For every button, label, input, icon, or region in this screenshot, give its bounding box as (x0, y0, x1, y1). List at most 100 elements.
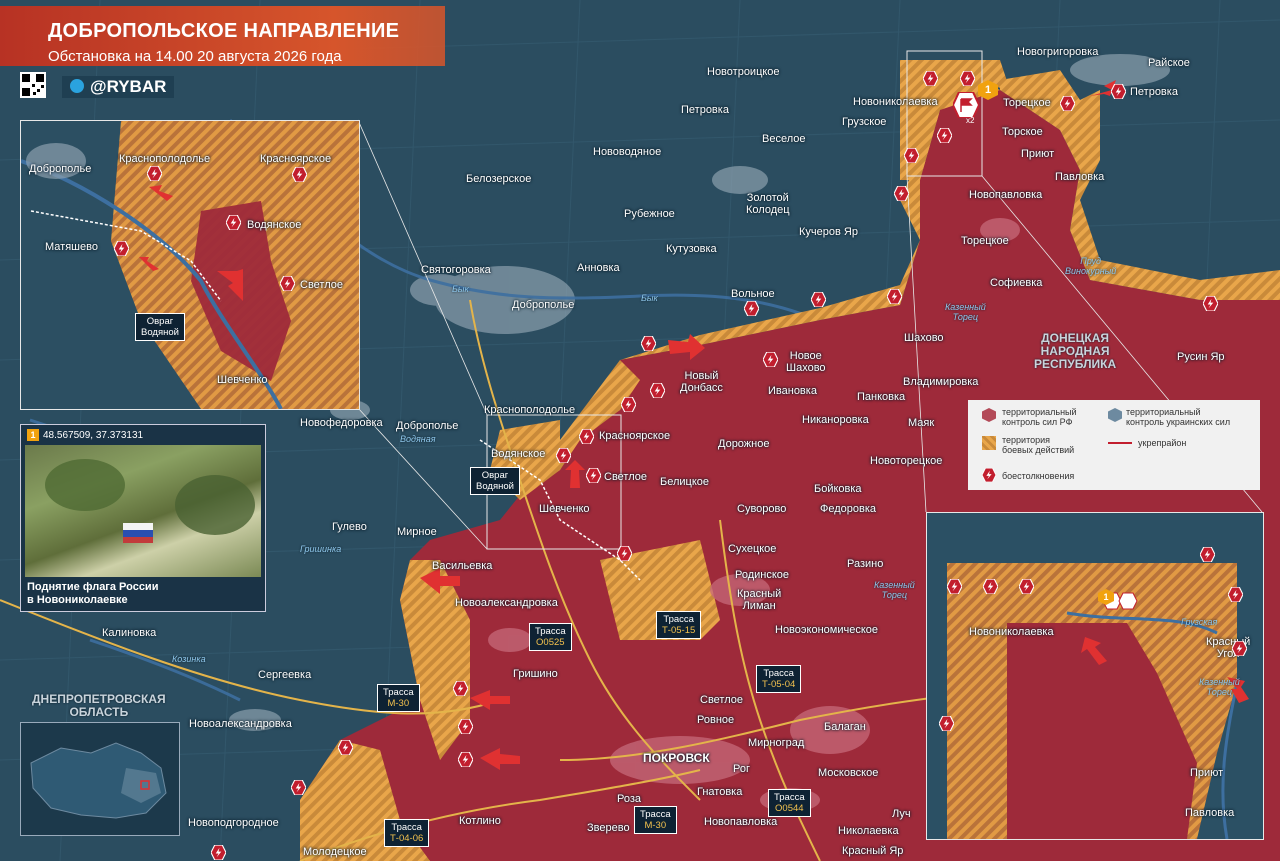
clash-icon (226, 215, 241, 230)
legend-combat-label: территория боевых действий (1002, 435, 1075, 455)
header-banner: ДОБРОПОЛЬСКОЕ НАПРАВЛЕНИЕ Обстановка на … (0, 6, 445, 66)
clash-icon (1203, 296, 1218, 311)
road-o0544: Трасса О0544 (768, 789, 811, 817)
settlement-mirnoe: Мирное (397, 526, 437, 538)
clash-icon (114, 241, 129, 256)
road-t-04-06: Трасса Т-04-06 (384, 819, 430, 847)
settlement-petrovka-ne: Петровка (1130, 86, 1178, 98)
river-kazenny-torets-1: Казенный Торец (945, 302, 986, 322)
settlement-suvorovo: Суворово (737, 503, 787, 515)
settlement-volnoe: Вольное (731, 288, 775, 300)
inset-right-river-gruzskaya: Грузская (1181, 617, 1218, 627)
road-t-05-04: Трасса Т-05-04 (756, 665, 802, 693)
settlement-molodetskoe: Молодецкое (303, 846, 367, 858)
clash-icon (1200, 547, 1215, 562)
settlement-kutuzovka: Кутузовка (666, 243, 717, 255)
clash-icon (338, 740, 353, 755)
clash-icon (617, 546, 632, 561)
overview-map (20, 722, 180, 836)
settlement-novopodgorodnoe: Новоподгородное (188, 817, 279, 829)
clash-icon (579, 429, 594, 444)
telegram-icon (70, 78, 84, 93)
inset-left-shevchenko: Шевченко (217, 374, 268, 386)
clash-icon (744, 301, 759, 316)
settlement-fedorovka: Федоровка (820, 503, 877, 515)
settlement-kalinovka: Калиновка (102, 627, 157, 639)
clash-icon (211, 845, 226, 860)
settlement-zolotoy-kolodets: Золотой Колодец (746, 192, 790, 216)
legend-ru-label: территориальный контроль сил РФ (1002, 407, 1077, 427)
settlement-sergeevka: Сергеевка (258, 669, 312, 681)
settlement-gnatovka: Гнатовка (697, 786, 743, 798)
clash-icon (291, 780, 306, 795)
settlement-novovodyanoe: Нововодяное (593, 146, 662, 158)
settlement-kucherov-yar: Кучеров Яр (799, 226, 858, 238)
settlement-pokrovsk: ПОКРОВСК (643, 751, 710, 765)
clash-icon (453, 681, 468, 696)
marker-x2: x2 (966, 116, 975, 125)
region-dnr: ДОНЕЦКАЯ НАРОДНАЯ РЕСПУБЛИКА (1034, 331, 1117, 371)
road-m-30-b: Трасса М-30 (634, 806, 677, 834)
settlement-nikolaevka: Николаевка (838, 825, 899, 837)
settlement-rayskoe: Райское (1148, 57, 1190, 69)
settlement-novoe-shakhovo: Новое Шахово (786, 350, 826, 374)
river-vodyanaya: Водяная (400, 434, 436, 444)
clash-icon (960, 71, 975, 86)
inset-novonikolaevka: 1 Новониколаевка Красный Угол Приют Павл… (926, 512, 1264, 840)
settlement-gulevo: Гулево (332, 521, 367, 533)
clash-icon (650, 383, 665, 398)
photo-card[interactable]: 1 48.567509, 37.373131 Поднятие флага Рос… (20, 424, 266, 612)
settlement-krasny-liman: Красный Лиман (737, 588, 782, 612)
channel-link[interactable]: @RYBAR (62, 76, 175, 98)
clash-icon (458, 719, 473, 734)
road-t-05-15: Трасса Т-05-15 (656, 611, 702, 639)
clash-icon (1232, 641, 1247, 656)
settlement-rovnoe: Ровное (697, 714, 735, 726)
inset-left-matyashevo: Матяшево (45, 241, 98, 253)
settlement-dobropolye2: Доброполье (396, 420, 459, 432)
qr-code-icon[interactable] (20, 72, 46, 98)
settlement-ivanovka: Ивановка (768, 385, 817, 397)
clash-icon (887, 289, 902, 304)
settlement-gruzskoe: Грузское (842, 116, 887, 128)
settlement-belozerskoe: Белозерское (466, 173, 532, 185)
settlement-novotroitskoe: Новотроицкое (707, 66, 780, 78)
clash-icon (556, 448, 571, 463)
settlement-nikanorovka: Никаноровка (802, 414, 869, 426)
settlement-grishino: Гришино (513, 668, 558, 680)
inset-right-river-kazenny: Казенный Торец (1199, 677, 1240, 697)
settlement-rusin-yar: Русин Яр (1177, 351, 1225, 363)
clash-icon (763, 352, 778, 367)
legend-combat-swatch (982, 436, 996, 450)
settlement-boykovka: Бойковка (814, 483, 862, 495)
settlement-krasny-yar: Красный Яр (842, 845, 904, 857)
settlement-luch: Луч (892, 808, 911, 820)
settlement-novopavlovka-n: Новопавловка (969, 189, 1043, 201)
clash-icon (1060, 96, 1075, 111)
clash-icon (947, 579, 962, 594)
settlement-mayak: Маяк (908, 417, 935, 429)
settlement-svetloe2: Светлое (700, 694, 743, 706)
river-vinokurny-pond: Пруд Винокурный (1065, 256, 1117, 276)
map-canvas: Новотроицкое Петровка Нововодяное Белозе… (0, 0, 1280, 861)
clash-icon (1019, 579, 1034, 594)
photo-image (25, 445, 261, 577)
settlement-pavlovka: Павловка (1055, 171, 1105, 183)
clash-icon (1111, 84, 1126, 99)
photo-caption: Поднятие флага России в Новониколаевке (27, 581, 159, 606)
river-byk-1: Бык (452, 284, 469, 294)
region-dnepropetrovsk: ДНЕПРОПЕТРОВСКАЯ ОБЛАСТЬ (32, 692, 166, 719)
settlement-novofedorovka: Новофедоровка (300, 417, 383, 429)
settlement-shakhovo: Шахово (904, 332, 944, 344)
settlement-rog: Рог (733, 763, 750, 775)
clash-icon (811, 292, 826, 307)
settlement-novopavlovka: Новопавловка (704, 816, 778, 828)
settlement-shevchenko: Шевченко (539, 503, 590, 515)
settlement-zverevo: Зверево (587, 822, 630, 834)
road-m-30-a: Трасса М-30 (377, 684, 420, 712)
clash-icon (937, 128, 952, 143)
settlement-rodinskoe: Родинское (735, 569, 790, 581)
page-title: ДОБРОПОЛЬСКОЕ НАПРАВЛЕНИЕ (48, 20, 400, 42)
inset-right-priyut: Приют (1190, 767, 1224, 779)
settlement-mirnograd: Мирноград (748, 737, 805, 749)
